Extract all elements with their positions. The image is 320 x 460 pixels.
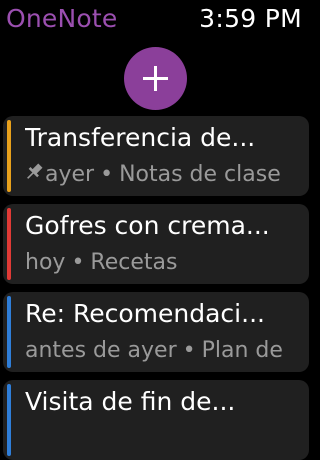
note-color-bar — [7, 120, 11, 192]
note-item[interactable]: Gofres con crema... hoy • Recetas — [3, 204, 309, 284]
note-color-bar — [7, 208, 11, 280]
note-meta: antes de ayer • Plan de — [25, 336, 309, 366]
note-meta: hoy • Recetas — [25, 248, 309, 278]
note-date: hoy — [25, 250, 66, 275]
app-title: OneNote — [6, 4, 118, 33]
note-item[interactable]: Visita de fin de... — [3, 380, 309, 460]
note-color-bar — [7, 296, 11, 368]
separator-dot: • — [71, 250, 85, 275]
clock: 3:59 PM — [199, 4, 302, 33]
status-bar: OneNote 3:59 PM — [0, 0, 312, 38]
plus-icon — [143, 66, 168, 91]
note-meta: ayer • Notas de clase — [25, 160, 309, 190]
note-date: ayer — [45, 162, 95, 187]
note-section: Recetas — [90, 250, 178, 275]
pin-icon — [27, 163, 43, 179]
add-note-button[interactable] — [124, 47, 187, 110]
note-date: antes de ayer — [25, 338, 177, 363]
separator-dot: • — [100, 162, 114, 187]
note-item[interactable]: Transferencia de... ayer • Notas de clase — [3, 116, 309, 196]
note-item[interactable]: Re: Recomendaci... antes de ayer • Plan de — [3, 292, 309, 372]
note-title: Gofres con crema... — [25, 211, 270, 240]
note-title: Re: Recomendaci... — [25, 299, 265, 328]
separator-dot: • — [182, 338, 196, 363]
note-section: Notas de clase — [119, 162, 281, 187]
note-section: Plan de — [201, 338, 283, 363]
note-title: Visita de fin de... — [25, 387, 236, 416]
note-title: Transferencia de... — [25, 123, 256, 152]
note-color-bar — [7, 384, 11, 456]
